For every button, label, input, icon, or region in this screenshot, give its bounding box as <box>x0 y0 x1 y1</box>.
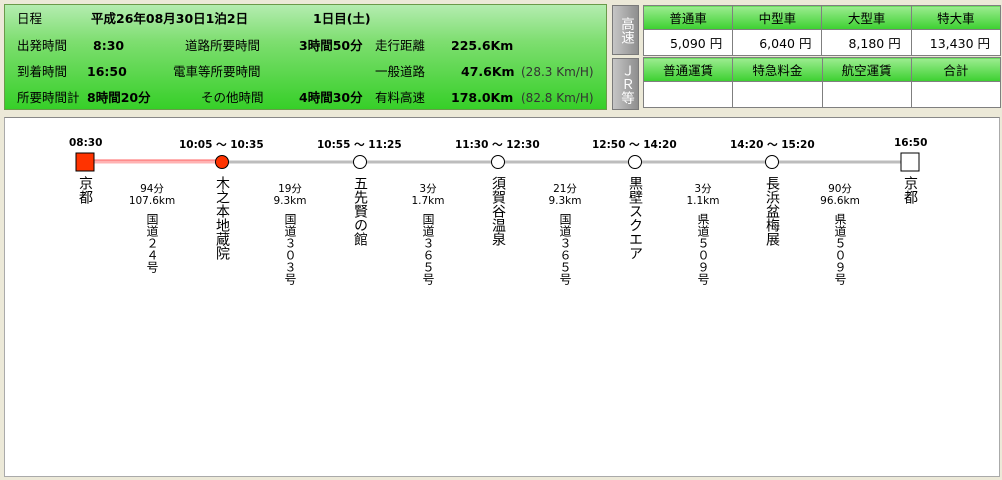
stop-name[interactable]: 長浜盆梅展 <box>764 176 780 246</box>
stop-time: 10:05 〜 10:35 <box>179 139 264 151</box>
other-time-label: その他時間 <box>201 90 264 105</box>
segment-duration: 21分 <box>553 183 577 195</box>
segment-road: 県道５０９号 <box>696 213 710 285</box>
segment-road: 県道５０９号 <box>833 213 847 285</box>
stop-marker[interactable] <box>628 155 642 169</box>
toll-value-standard: 5,090 円 <box>642 29 734 56</box>
stop-name[interactable]: 黒壁スクエア <box>627 176 643 260</box>
distance-value: 225.6Km <box>451 38 514 53</box>
segment-duration: 3分 <box>694 183 712 195</box>
segment-duration: 90分 <box>828 183 852 195</box>
segment-info: 94分 107.6km <box>122 183 182 207</box>
fare-header-regular: 普通運賃 <box>642 57 734 82</box>
expressway-tab-label: 高速 <box>618 16 634 44</box>
other-time-value: 4時間30分 <box>299 90 363 105</box>
toll-road-label: 有料高速 <box>375 90 426 105</box>
stop-time: 10:55 〜 11:25 <box>317 139 402 151</box>
segment-duration: 19分 <box>278 183 302 195</box>
segment-distance: 9.3km <box>548 195 582 207</box>
fare-header-total: 合計 <box>910 57 1002 82</box>
trip-summary-panel: 日程 平成26年08月30日1泊2日 1日目(土) 出発時間 8:30 道路所要… <box>4 4 607 110</box>
fare-table: 普通運賃 特急料金 航空運賃 合計 <box>642 57 1002 108</box>
general-road-value: 47.6Km <box>461 64 515 79</box>
total-time-value: 8時間20分 <box>87 90 151 105</box>
road-time-value: 3時間50分 <box>299 38 363 53</box>
general-road-speed: (28.3 Km/H) <box>521 65 594 79</box>
schedule-label: 日程 <box>17 11 43 26</box>
segment-info: 19分 9.3km <box>260 183 320 207</box>
end-marker[interactable] <box>900 152 920 172</box>
jr-tab-button[interactable]: ＪＲ等 <box>612 58 639 110</box>
segment-distance: 107.6km <box>128 195 176 207</box>
segment-info: 3分 1.1km <box>673 183 733 207</box>
stop-time-end: 16:50 <box>894 137 928 149</box>
stop-time-start: 08:30 <box>69 137 103 149</box>
fare-value-total <box>910 81 1002 108</box>
road-time-label: 道路所要時間 <box>185 38 261 53</box>
fare-header-air: 航空運賃 <box>821 57 912 82</box>
segment-road: 国道３６５号 <box>558 213 572 285</box>
total-time-label: 所要時間計 <box>17 90 80 105</box>
segment-distance: 9.3km <box>273 195 307 207</box>
stop-marker[interactable] <box>765 155 779 169</box>
toll-header-standard: 普通車 <box>642 5 734 30</box>
segment-duration: 3分 <box>419 183 437 195</box>
stop-time: 12:50 〜 14:20 <box>592 139 677 151</box>
route-diagram: 08:30 10:05 〜 10:35 10:55 〜 11:25 11:30 … <box>4 117 1000 477</box>
segment-duration: 94分 <box>140 183 164 195</box>
segment-distance: 1.1km <box>686 195 720 207</box>
segment-info: 90分 96.6km <box>810 183 870 207</box>
segment-distance: 96.6km <box>820 195 860 207</box>
depart-label: 出発時間 <box>17 38 68 53</box>
fare-value-express <box>732 81 823 108</box>
schedule-value: 平成26年08月30日1泊2日 <box>91 11 249 26</box>
stop-name[interactable]: 須賀谷温泉 <box>490 176 506 246</box>
toll-value-medium: 6,040 円 <box>732 29 823 56</box>
stop-name[interactable]: 五先賢の館 <box>352 176 368 246</box>
arrive-label: 到着時間 <box>17 64 68 79</box>
current-stop-marker[interactable] <box>215 155 229 169</box>
distance-label: 走行距離 <box>375 38 426 53</box>
toll-road-speed: (82.8 Km/H) <box>521 91 594 105</box>
toll-header-medium: 中型車 <box>732 5 823 30</box>
toll-header-extra-large: 特大車 <box>910 5 1002 30</box>
segment-road: 国道２４号 <box>145 213 159 273</box>
fare-header-express: 特急料金 <box>732 57 823 82</box>
stop-name[interactable]: 木之本地蔵院 <box>214 176 230 260</box>
train-time-label: 電車等所要時間 <box>173 64 261 79</box>
fare-value-air <box>821 81 912 108</box>
toll-value-extra-large: 13,430 円 <box>910 29 1002 56</box>
segment-road: 国道３６５号 <box>421 213 435 285</box>
route-line-svg <box>75 152 920 172</box>
stop-marker[interactable] <box>491 155 505 169</box>
fare-value-regular <box>642 81 734 108</box>
day-label: 1日目(土) <box>313 11 371 26</box>
stop-time: 14:20 〜 15:20 <box>730 139 815 151</box>
jr-tab-label: ＪＲ等 <box>618 63 634 105</box>
segment-info: 3分 1.7km <box>398 183 458 207</box>
segment-distance: 1.7km <box>411 195 445 207</box>
arrive-value: 16:50 <box>87 64 127 79</box>
segment-road: 国道３０３号 <box>283 213 297 285</box>
toll-header-large: 大型車 <box>821 5 912 30</box>
toll-value-large: 8,180 円 <box>821 29 912 56</box>
stop-marker[interactable] <box>353 155 367 169</box>
stop-name-end[interactable]: 京都 <box>902 176 918 204</box>
expressway-tab-button[interactable]: 高速 <box>612 5 639 55</box>
start-marker[interactable] <box>75 152 95 172</box>
toll-road-value: 178.0Km <box>451 90 514 105</box>
stop-time: 11:30 〜 12:30 <box>455 139 540 151</box>
general-road-label: 一般道路 <box>375 64 426 79</box>
depart-value: 8:30 <box>93 38 125 53</box>
segment-info: 21分 9.3km <box>535 183 595 207</box>
stop-name-start[interactable]: 京都 <box>77 176 93 204</box>
toll-fee-table: 普通車 中型車 大型車 特大車 5,090 円 6,040 円 8,180 円 … <box>642 5 1002 56</box>
